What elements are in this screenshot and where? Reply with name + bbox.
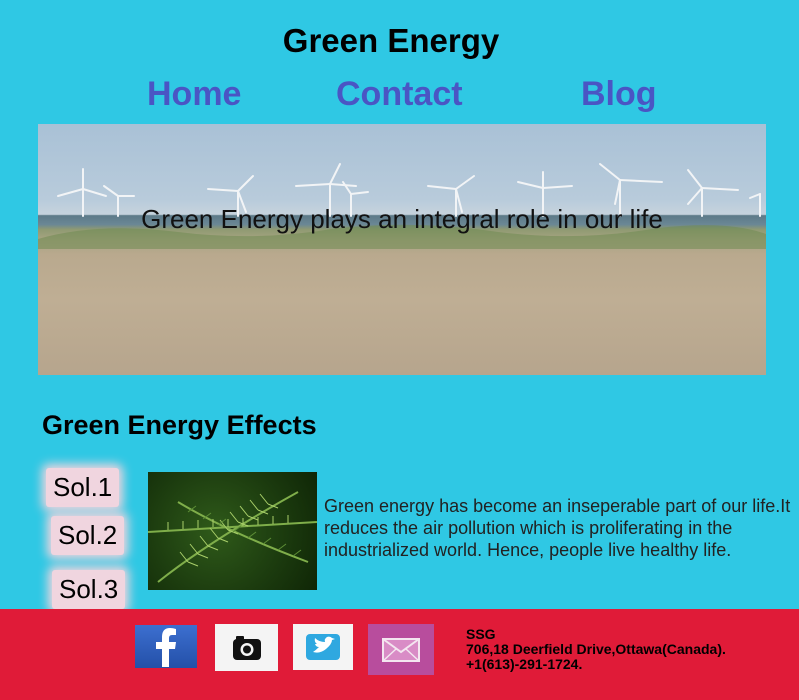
street-address: 706,18 Deerfield Drive,Ottawa(Canada). xyxy=(466,641,726,657)
facebook-button[interactable] xyxy=(135,625,197,668)
twitter-icon xyxy=(306,634,340,660)
facebook-icon xyxy=(156,627,176,667)
effect-description: Green energy has become an inseperable p… xyxy=(324,496,791,560)
plant-image xyxy=(148,472,317,590)
hero-banner: Green Energy plays an integral role in o… xyxy=(38,124,766,375)
twitter-button[interactable] xyxy=(293,624,353,670)
phone-number: +1(613)-291-1724. xyxy=(466,656,583,672)
sol-1-button[interactable]: Sol.1 xyxy=(46,468,120,507)
wind-turbines-image xyxy=(38,163,766,249)
instagram-icon xyxy=(232,635,261,660)
hero-caption: Green Energy plays an integral role in o… xyxy=(141,204,663,234)
sol-3-button[interactable]: Sol.3 xyxy=(52,570,126,609)
sol-2-button[interactable]: Sol.2 xyxy=(51,516,125,555)
nav-contact-link[interactable]: Contact xyxy=(336,75,463,114)
section-heading: Green Energy Effects xyxy=(42,410,317,440)
company-name: SSG xyxy=(466,626,496,642)
page-title: Green Energy xyxy=(282,22,500,59)
instagram-button[interactable] xyxy=(215,624,278,671)
conifer-branch-image xyxy=(148,491,317,583)
contact-address: SSG 706,18 Deerfield Drive,Ottawa(Canada… xyxy=(466,627,726,672)
nav-home-link[interactable]: Home xyxy=(147,75,241,114)
mail-icon xyxy=(382,637,420,662)
mail-button[interactable] xyxy=(368,624,434,675)
nav-blog-link[interactable]: Blog xyxy=(581,75,657,114)
